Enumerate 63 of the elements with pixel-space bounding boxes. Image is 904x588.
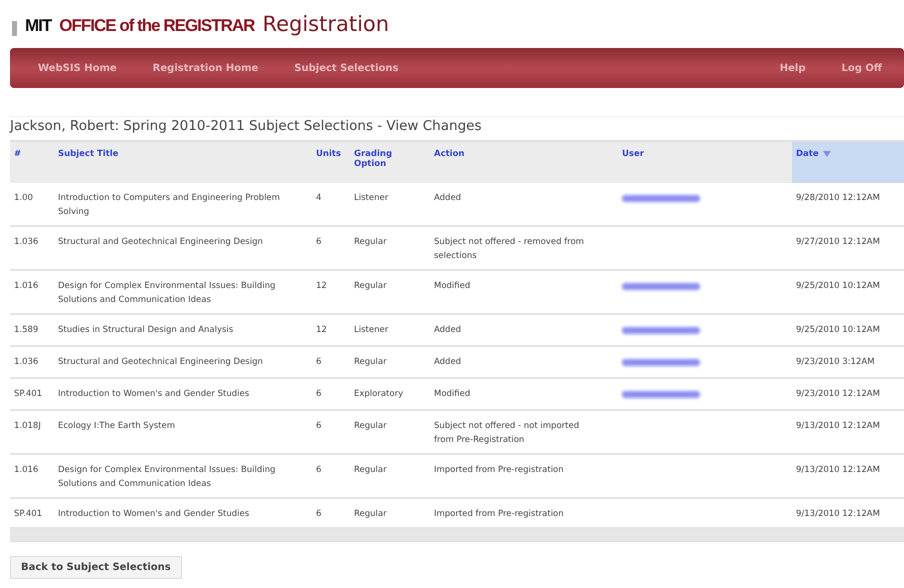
table-cell: Listener [350, 183, 430, 226]
table-cell: 9/25/2010 10:12AM [792, 314, 904, 346]
table-cell: Exploratory [350, 378, 430, 410]
column-header[interactable]: # [10, 141, 54, 183]
table-cell: 1.016 [10, 454, 54, 498]
table-cell: 9/27/2010 12:12AM [792, 226, 904, 270]
table-cell: Added [430, 346, 618, 378]
table-cell: Added [430, 183, 618, 226]
table-cell: 9/13/2010 12:12AM [792, 410, 904, 454]
table-cell: Structural and Geotechnical Engineering Design [54, 346, 312, 378]
table-cell: Modified [430, 378, 618, 410]
table-cell: 1.589 [10, 314, 54, 346]
table-cell: 9/23/2010 12:12AM [792, 378, 904, 410]
back-button[interactable]: Back to Subject Selections [10, 556, 182, 579]
table-cell: Regular [350, 410, 430, 454]
table-cell: Design for Complex Environmental Issues: Building Solutions and Communication Ideas [54, 270, 312, 314]
table-cell: 9/25/2010 10:12AM [792, 270, 904, 314]
table-cell: 6 [312, 378, 350, 410]
table-cell: 1.00 [10, 183, 54, 226]
table-cell: 6 [312, 346, 350, 378]
table-cell: 12 [312, 314, 350, 346]
page-heading: Registration [262, 12, 390, 36]
column-header[interactable]: Units [312, 141, 350, 183]
table-cell: Regular [350, 454, 430, 498]
table-cell: 9/23/2010 3:12AM [792, 346, 904, 378]
table-cell: Introduction to Computers and Engineering Problem Solving [54, 183, 312, 226]
table-cell: Studies in Structural Design and Analysis [54, 314, 312, 346]
logo-text: MIT [25, 16, 52, 36]
table-cell: Ecology I:The Earth System [54, 410, 312, 454]
table-cell: SP.401 [10, 378, 54, 410]
logo-text: OFFICE of the REGISTRAR [59, 16, 254, 36]
table-cell: 6 [312, 226, 350, 270]
table-cell: 4 [312, 183, 350, 226]
table-cell: 9/28/2010 12:12AM [792, 183, 904, 226]
sort-icon [822, 150, 831, 157]
table-cell: 1.018J [10, 410, 54, 454]
header-marker [12, 20, 17, 36]
table-cell: Imported from Pre-registration [430, 454, 618, 498]
column-header[interactable]: Date [792, 141, 904, 183]
column-header[interactable]: Subject Title [54, 141, 312, 183]
table-cell: Design for Complex Environmental Issues: Building Solutions and Communication Ideas [54, 454, 312, 498]
table-cell: Introduction to Women's and Gender Studies [54, 378, 312, 410]
table-cell: 1.036 [10, 346, 54, 378]
table-cell: 6 [312, 454, 350, 498]
table-cell: 9/13/2010 12:12AM [792, 454, 904, 498]
student-name: Jackson, Robert: [10, 118, 120, 134]
column-header[interactable]: Action [430, 141, 618, 183]
table-cell: Structural and Geotechnical Engineering Design [54, 226, 312, 270]
table-cell: 1.036 [10, 226, 54, 270]
table-cell: Regular [350, 270, 430, 314]
table-cell: 6 [312, 410, 350, 454]
column-header[interactable]: User [618, 141, 792, 183]
table-cell: Regular [350, 346, 430, 378]
table-cell: Listener [350, 314, 430, 346]
table-cell: Regular [350, 226, 430, 270]
table-cell: 12 [312, 270, 350, 314]
page-title: Spring 2010-2011 Subject Selections - View Changes [123, 118, 482, 134]
column-header[interactable]: Grading Option [350, 141, 430, 183]
table-cell: Modified [430, 270, 618, 314]
table-cell: Added [430, 314, 618, 346]
table-cell: Subject not offered - removed from selections [430, 226, 618, 270]
table-cell: Subject not offered - not imported from Pre-Registration [430, 410, 618, 454]
table-cell: 1.016 [10, 270, 54, 314]
